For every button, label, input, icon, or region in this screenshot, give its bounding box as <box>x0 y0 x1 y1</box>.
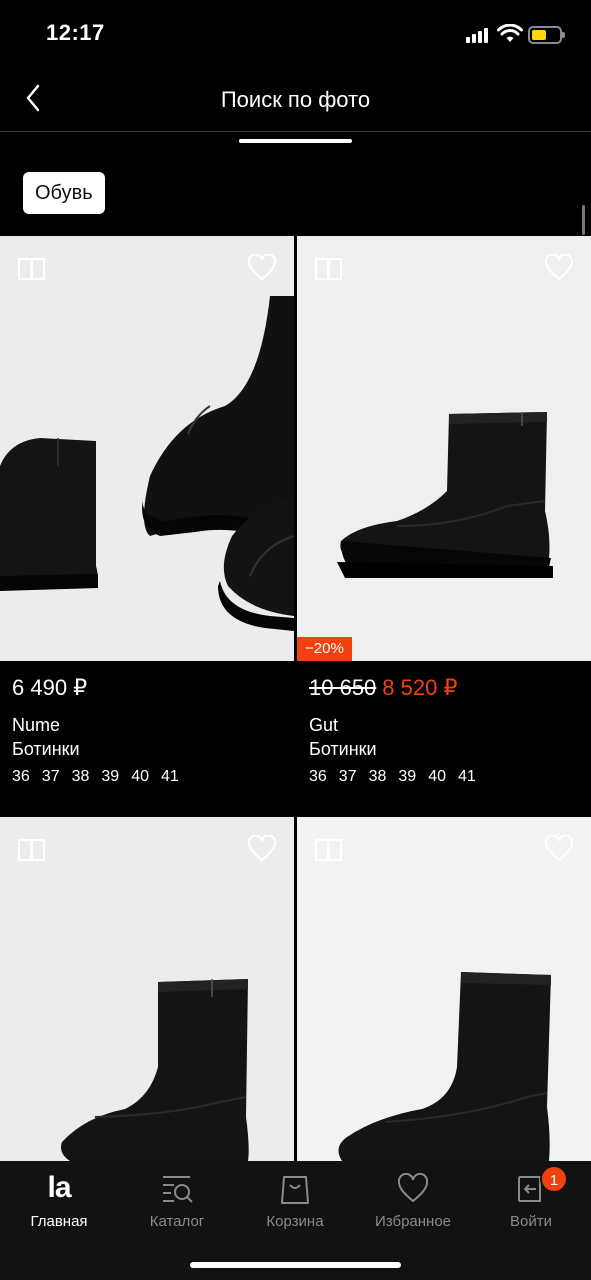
product-image[interactable] <box>0 817 294 1161</box>
size-option: 37 <box>41 768 60 785</box>
wifi-icon <box>497 24 523 42</box>
page-title: Поиск по фото <box>220 87 371 112</box>
scrollbar[interactable] <box>582 205 585 235</box>
product-brand: Nume <box>12 715 61 735</box>
signal-icon <box>466 27 492 43</box>
tab-label: Главная <box>30 1213 88 1230</box>
heart-icon <box>397 1173 429 1203</box>
current-price: 6 490 ₽ <box>12 675 88 700</box>
discount-badge: −20% <box>297 637 352 661</box>
size-option: 41 <box>457 768 476 785</box>
size-option: 39 <box>398 768 417 785</box>
size-list: 36 37 38 39 40 41 <box>309 768 488 786</box>
tab-cart[interactable]: Корзина <box>236 1161 354 1241</box>
catalog-search-icon <box>163 1176 193 1203</box>
product-grid: 6 490 ₽ Nume Ботинки 36 37 38 39 40 41 −… <box>0 236 591 1161</box>
size-list: 36 37 38 39 40 41 <box>12 768 191 786</box>
tab-home[interactable]: la Главная <box>0 1161 118 1241</box>
notification-badge: 1 <box>540 1165 568 1193</box>
product-image[interactable] <box>0 236 294 661</box>
size-option: 41 <box>160 768 179 785</box>
tab-label: Каталог <box>149 1213 205 1230</box>
product-brand: Gut <box>309 715 339 735</box>
product-info[interactable]: 10 650 8 520 ₽ Gut Ботинки 36 37 38 39 40 41 <box>297 661 591 817</box>
price: 10 650 8 520 ₽ <box>309 675 457 701</box>
tab-catalog[interactable]: Каталог <box>118 1161 236 1241</box>
heart-icon[interactable] <box>247 835 277 863</box>
compare-icon[interactable] <box>314 256 344 282</box>
size-option: 36 <box>309 768 327 785</box>
size-option: 38 <box>71 768 90 785</box>
tab-favorites[interactable]: Избранное <box>354 1161 472 1241</box>
product-category: Ботинки <box>12 739 80 759</box>
filter-row: Обувь <box>0 143 591 236</box>
size-option: 36 <box>12 768 30 785</box>
header: Поиск по фото <box>0 66 591 132</box>
compare-icon[interactable] <box>314 837 344 863</box>
product-image[interactable] <box>297 817 591 1161</box>
heart-icon[interactable] <box>247 254 277 282</box>
heart-icon[interactable] <box>544 835 574 863</box>
tab-login[interactable]: Войти <box>472 1161 590 1241</box>
sale-price: 8 520 ₽ <box>382 675 458 700</box>
old-price: 10 650 <box>309 675 377 700</box>
size-option: 37 <box>338 768 357 785</box>
tab-label: Избранное <box>374 1213 452 1230</box>
filter-chip-shoes[interactable]: Обувь <box>23 172 105 214</box>
product-image[interactable]: −20% <box>297 236 591 661</box>
battery-level <box>532 30 546 40</box>
size-option: 39 <box>101 768 120 785</box>
price: 6 490 ₽ <box>12 675 87 701</box>
size-option: 38 <box>368 768 387 785</box>
shopping-bag-icon <box>281 1176 309 1204</box>
product-info[interactable]: 6 490 ₽ Nume Ботинки 36 37 38 39 40 41 <box>0 661 294 817</box>
home-indicator[interactable] <box>190 1262 401 1268</box>
battery-icon <box>528 26 565 44</box>
compare-icon[interactable] <box>17 256 47 282</box>
status-time: 12:17 <box>46 20 105 45</box>
product-category: Ботинки <box>309 739 377 759</box>
size-option: 40 <box>428 768 446 785</box>
tab-label: Корзина <box>266 1213 324 1230</box>
size-option: 40 <box>131 768 149 785</box>
tab-label: Войти <box>510 1213 552 1230</box>
compare-icon[interactable] <box>17 837 47 863</box>
la-logo-icon: la <box>47 1171 71 1204</box>
heart-icon[interactable] <box>544 254 574 282</box>
status-bar: 12:17 <box>0 0 591 66</box>
